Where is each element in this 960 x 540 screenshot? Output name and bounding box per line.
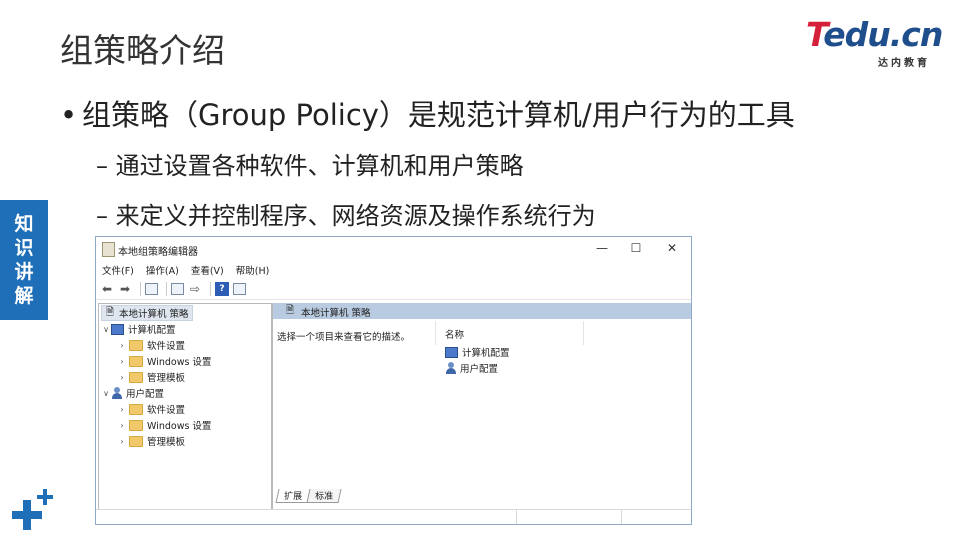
view-icon[interactable] bbox=[233, 283, 246, 295]
maximize-button[interactable]: ☐ bbox=[618, 237, 654, 259]
tedu-logo: Tedu.cn 达内教育 bbox=[806, 15, 943, 70]
details-header: 🗎 本地计算机 策略 bbox=[273, 303, 691, 319]
back-arrow-icon[interactable]: ⬅ bbox=[100, 282, 114, 296]
tree-root-label: 本地计算机 策略 bbox=[119, 309, 189, 320]
details-header-title: 本地计算机 策略 bbox=[301, 308, 371, 319]
export-list-icon[interactable]: ⇨ bbox=[188, 282, 202, 296]
tab-extended[interactable]: 扩展 bbox=[275, 489, 311, 503]
folder-icon bbox=[129, 435, 143, 447]
tree-item-admin-templates[interactable]: › 管理模板 bbox=[117, 369, 185, 385]
column-header-name[interactable]: 名称 bbox=[445, 327, 464, 341]
status-divider bbox=[516, 510, 517, 524]
policy-doc-icon: 🗎 bbox=[285, 305, 295, 316]
tree-item-computer-config[interactable]: ∨ 计算机配置 bbox=[101, 321, 176, 337]
chevron-right-icon[interactable]: › bbox=[117, 437, 127, 446]
sub-bullet-1: – 通过设置各种软件、计算机和用户策略 bbox=[96, 152, 524, 180]
sub-bullet-2: – 来定义并控制程序、网络资源及操作系统行为 bbox=[96, 202, 596, 230]
side-tag-char: 识 bbox=[14, 237, 34, 259]
close-button[interactable]: ✕ bbox=[654, 237, 690, 259]
tree-item-label: 用户配置 bbox=[126, 389, 165, 400]
side-tag-char: 知 bbox=[14, 213, 34, 235]
list-item-label: 用户配置 bbox=[460, 364, 499, 375]
side-tag: 知 识 讲 解 bbox=[0, 200, 48, 320]
list-item-user-config[interactable]: 用户配置 bbox=[445, 361, 498, 375]
tree-item-label: Windows 设置 bbox=[147, 357, 212, 368]
policy-doc-icon: 🗎 bbox=[105, 307, 115, 318]
menu-action[interactable]: 操作(A) bbox=[146, 263, 179, 277]
tree-item-label: 软件设置 bbox=[147, 405, 186, 416]
users-icon bbox=[445, 362, 457, 374]
status-divider bbox=[621, 510, 622, 524]
menu-bar: 文件(F) 操作(A) 查看(V) 帮助(H) bbox=[96, 261, 691, 279]
column-divider[interactable] bbox=[435, 321, 436, 345]
toolbar-divider bbox=[140, 282, 141, 296]
menu-help[interactable]: 帮助(H) bbox=[236, 263, 270, 277]
toolbar-divider bbox=[210, 282, 211, 296]
forward-arrow-icon[interactable]: ➡ bbox=[118, 282, 132, 296]
folder-icon bbox=[129, 419, 143, 431]
folder-icon bbox=[129, 355, 143, 367]
tree-root-selected[interactable]: 🗎 本地计算机 策略 bbox=[101, 305, 193, 321]
tree-item-windows-settings[interactable]: › Windows 设置 bbox=[117, 353, 211, 369]
chevron-down-icon[interactable]: ∨ bbox=[101, 325, 111, 334]
show-hide-tree-icon[interactable] bbox=[145, 283, 158, 295]
tree-item-label: 管理模板 bbox=[147, 373, 186, 384]
tree-item-label: Windows 设置 bbox=[147, 421, 212, 432]
plus-decoration-small-icon bbox=[37, 489, 53, 505]
menu-file[interactable]: 文件(F) bbox=[102, 263, 134, 277]
side-tag-char: 解 bbox=[14, 285, 34, 307]
chevron-right-icon[interactable]: › bbox=[117, 341, 127, 350]
tab-extended-label: 扩展 bbox=[284, 492, 303, 502]
main-bullet-text: 组策略（Group Policy）是规范计算机/用户行为的工具 bbox=[82, 98, 795, 132]
details-pane: 🗎 本地计算机 策略 选择一个项目来查看它的描述。 名称 计算机配置 用户配置 … bbox=[272, 303, 691, 523]
chevron-down-icon[interactable]: ∨ bbox=[101, 389, 111, 398]
main-bullet: • 组策略（Group Policy）是规范计算机/用户行为的工具 bbox=[60, 98, 795, 132]
chevron-right-icon[interactable]: › bbox=[117, 405, 127, 414]
chevron-right-icon[interactable]: › bbox=[117, 357, 127, 366]
tree-item-software-settings[interactable]: › 软件设置 bbox=[117, 337, 185, 353]
list-item-computer-config[interactable]: 计算机配置 bbox=[445, 345, 510, 359]
tree-pane[interactable]: 🗎 本地计算机 策略 ∨ 计算机配置 › 软件设置 › Windows 设置 ›… bbox=[98, 303, 272, 513]
computer-icon bbox=[111, 323, 124, 335]
list-item-label: 计算机配置 bbox=[462, 348, 510, 359]
computer-icon bbox=[445, 346, 458, 358]
chevron-right-icon[interactable]: › bbox=[117, 421, 127, 430]
side-tag-char: 讲 bbox=[14, 261, 34, 283]
tab-standard-label: 标准 bbox=[315, 492, 334, 502]
status-bar bbox=[96, 509, 691, 524]
gpedit-window: 本地组策略编辑器 — ☐ ✕ 文件(F) 操作(A) 查看(V) 帮助(H) ⬅… bbox=[95, 236, 692, 525]
folder-icon bbox=[129, 371, 143, 383]
folder-icon bbox=[129, 339, 143, 351]
logo-wordmark: Tedu.cn bbox=[806, 15, 943, 54]
description-text: 选择一个项目来查看它的描述。 bbox=[277, 332, 411, 343]
tab-standard[interactable]: 标准 bbox=[306, 489, 342, 503]
chevron-right-icon[interactable]: › bbox=[117, 373, 127, 382]
folder-icon bbox=[129, 403, 143, 415]
properties-icon[interactable] bbox=[171, 283, 184, 295]
minimize-button[interactable]: — bbox=[584, 237, 620, 259]
view-tabs: 扩展 标准 bbox=[275, 489, 342, 503]
tree-root[interactable]: 🗎 本地计算机 策略 bbox=[101, 305, 193, 321]
menu-view[interactable]: 查看(V) bbox=[191, 263, 224, 277]
help-icon[interactable]: ? bbox=[215, 282, 229, 296]
tree-item-software-settings[interactable]: › 软件设置 bbox=[117, 401, 185, 417]
tree-item-admin-templates[interactable]: › 管理模板 bbox=[117, 433, 185, 449]
tree-item-user-config[interactable]: ∨ 用户配置 bbox=[101, 385, 164, 401]
slide-title: 组策略介绍 bbox=[60, 31, 225, 70]
logo-subtitle: 达内教育 bbox=[878, 58, 930, 69]
tree-item-label: 软件设置 bbox=[147, 341, 186, 352]
toolbar-divider bbox=[166, 282, 167, 296]
toolbar: ⬅ ➡ ⇨ ? bbox=[96, 279, 691, 300]
window-titlebar[interactable]: 本地组策略编辑器 — ☐ ✕ bbox=[96, 237, 691, 261]
tree-item-label: 管理模板 bbox=[147, 437, 186, 448]
tree-item-windows-settings[interactable]: › Windows 设置 bbox=[117, 417, 211, 433]
users-icon bbox=[111, 387, 123, 399]
app-icon bbox=[102, 242, 115, 257]
window-title: 本地组策略编辑器 bbox=[118, 247, 198, 258]
column-divider[interactable] bbox=[583, 321, 584, 345]
tree-item-label: 计算机配置 bbox=[128, 325, 176, 336]
